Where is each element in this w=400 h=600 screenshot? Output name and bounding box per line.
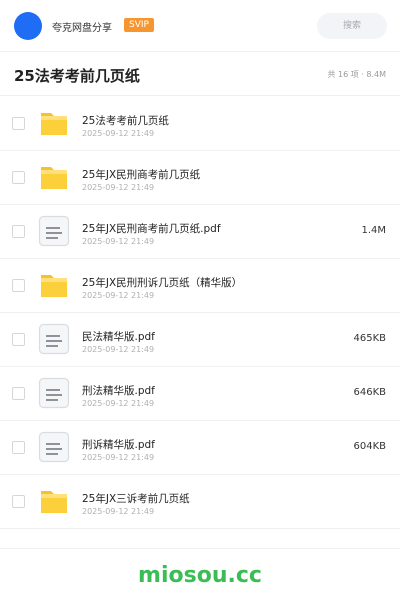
footer: miosou.cc bbox=[0, 548, 400, 600]
file-size: 646KB bbox=[353, 387, 386, 398]
document-icon bbox=[38, 377, 70, 409]
file-row[interactable]: 刑诉精华版.pdf 2025-09-12 21:49 604KB bbox=[0, 421, 400, 475]
file-date: 2025-09-12 21:49 bbox=[82, 345, 155, 354]
file-date: 2025-09-12 21:49 bbox=[82, 183, 155, 192]
folder-icon bbox=[38, 161, 70, 193]
file-date: 2025-09-12 21:49 bbox=[82, 237, 155, 246]
row-checkbox[interactable] bbox=[12, 387, 25, 400]
document-icon bbox=[38, 323, 70, 355]
file-row[interactable]: 刑法精华版.pdf 2025-09-12 21:49 646KB bbox=[0, 367, 400, 421]
avatar[interactable] bbox=[14, 12, 42, 40]
file-name: 刑法精华版.pdf bbox=[82, 385, 155, 397]
row-checkbox[interactable] bbox=[12, 279, 25, 292]
file-date: 2025-09-12 21:49 bbox=[82, 453, 155, 462]
file-size: 465KB bbox=[353, 333, 386, 344]
file-date: 2025-09-12 21:49 bbox=[82, 507, 155, 516]
file-row[interactable]: 25年JX民刑商考前几页纸 2025-09-12 21:49 bbox=[0, 151, 400, 205]
folder-meta: 共 16 项 · 8.4M bbox=[327, 70, 386, 79]
file-name: 25年JX民刑刑诉几页纸（精华版） bbox=[82, 277, 243, 289]
file-name: 25年JX民刑商考前几页纸 bbox=[82, 169, 201, 181]
watermark-text: miosou.cc bbox=[138, 563, 262, 588]
svip-badge: SVIP bbox=[124, 18, 154, 32]
file-size: 604KB bbox=[353, 441, 386, 452]
folder-icon bbox=[38, 107, 70, 139]
file-row[interactable]: 25法考考前几页纸 2025-09-12 21:49 bbox=[0, 97, 400, 151]
row-checkbox[interactable] bbox=[12, 117, 25, 130]
file-date: 2025-09-12 21:49 bbox=[82, 291, 155, 300]
document-icon bbox=[38, 431, 70, 463]
file-name: 25年JX民刑商考前几页纸.pdf bbox=[82, 223, 221, 235]
top-bar: 夸克网盘分享 SVIP bbox=[0, 0, 400, 52]
file-name: 25法考考前几页纸 bbox=[82, 115, 169, 127]
file-date: 2025-09-12 21:49 bbox=[82, 129, 155, 138]
file-date: 2025-09-12 21:49 bbox=[82, 399, 155, 408]
file-size: 1.4M bbox=[361, 225, 386, 236]
file-row[interactable]: 25年JX三诉考前几页纸 2025-09-12 21:49 bbox=[0, 475, 400, 529]
row-checkbox[interactable] bbox=[12, 333, 25, 346]
username: 夸克网盘分享 bbox=[52, 23, 112, 34]
folder-icon bbox=[38, 485, 70, 517]
document-icon bbox=[38, 215, 70, 247]
file-name: 刑诉精华版.pdf bbox=[82, 439, 155, 451]
page-title: 25法考考前几页纸 bbox=[14, 67, 140, 85]
folder-header: 25法考考前几页纸 共 16 项 · 8.4M bbox=[0, 52, 400, 96]
folder-icon bbox=[38, 269, 70, 301]
file-row[interactable]: 25年JX民刑商考前几页纸.pdf 2025-09-12 21:49 1.4M bbox=[0, 205, 400, 259]
search-input[interactable] bbox=[317, 13, 387, 39]
file-name: 民法精华版.pdf bbox=[82, 331, 155, 343]
row-checkbox[interactable] bbox=[12, 495, 25, 508]
file-row[interactable]: 民法精华版.pdf 2025-09-12 21:49 465KB bbox=[0, 313, 400, 367]
file-name: 25年JX三诉考前几页纸 bbox=[82, 493, 190, 505]
row-checkbox[interactable] bbox=[12, 171, 25, 184]
row-checkbox[interactable] bbox=[12, 441, 25, 454]
file-list: 25法考考前几页纸 2025-09-12 21:49 25年JX民刑商考前几页纸 20… bbox=[0, 97, 400, 529]
file-row[interactable]: 25年JX民刑刑诉几页纸（精华版） 2025-09-12 21:49 bbox=[0, 259, 400, 313]
row-checkbox[interactable] bbox=[12, 225, 25, 238]
